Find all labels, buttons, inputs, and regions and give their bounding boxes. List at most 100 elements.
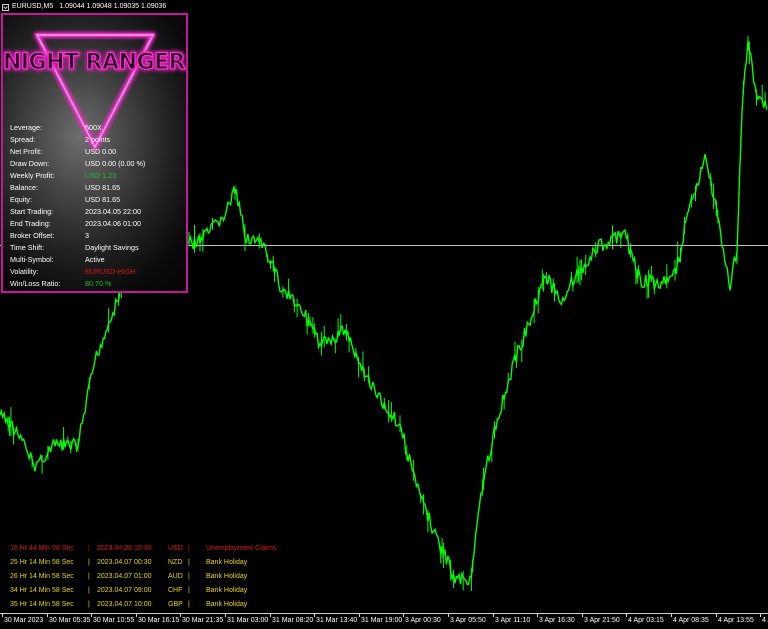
time-axis-tick bbox=[136, 614, 137, 617]
news-row: 26 Hr 14 Min 58 Sec | 2023.04.07 01:00 AUD |… bbox=[10, 570, 276, 584]
time-axis-tick bbox=[448, 614, 449, 617]
info-label: Balance: bbox=[10, 183, 38, 192]
news-datetime: 2023.04.07 01:00 bbox=[97, 573, 152, 580]
news-currency: AUD bbox=[168, 573, 183, 580]
news-row: 34 Hr 14 Min 58 Sec | 2023.04.07 09:00 CHF |… bbox=[10, 584, 276, 598]
info-label: Time Shift: bbox=[10, 243, 45, 252]
symbol-menu-icon[interactable] bbox=[2, 3, 9, 11]
time-axis-tick bbox=[2, 614, 3, 617]
info-value: 2023.04.06 01:00 bbox=[85, 219, 141, 228]
time-axis-label: 31 Mar 08:20 bbox=[272, 617, 314, 624]
info-row: Leverage: 500X bbox=[10, 122, 186, 134]
info-label: Weekly Profit: bbox=[10, 171, 55, 180]
info-value: USD 0.00 (0.00 %) bbox=[85, 159, 146, 168]
news-separator: | bbox=[188, 587, 190, 594]
info-value: EURUSD-HIGH bbox=[85, 267, 136, 276]
news-separator: | bbox=[188, 573, 190, 580]
time-axis-label: 30 Mar 05:35 bbox=[49, 617, 91, 624]
info-row: Weekly Profit: USD 1.23 bbox=[10, 170, 186, 182]
info-label: End Trading: bbox=[10, 219, 51, 228]
news-datetime: 2023.04.07 10:00 bbox=[97, 601, 152, 608]
info-value: USD 1.23 bbox=[85, 171, 117, 180]
news-currency: NZD bbox=[168, 559, 183, 566]
info-row: Net Profit: USD 0.00 bbox=[10, 146, 186, 158]
time-axis-label: 30 Mar 16:15 bbox=[138, 617, 180, 624]
news-separator: | bbox=[88, 545, 90, 552]
time-axis-tick bbox=[270, 614, 271, 617]
info-label: Volatility: bbox=[10, 267, 39, 276]
info-row: Multi-Symbol: Active bbox=[10, 254, 186, 266]
time-axis-tick bbox=[582, 614, 583, 617]
time-axis-tick bbox=[716, 614, 717, 617]
chart-header: EURUSD,M5 1.09044 1.09048 1.09035 1.0903… bbox=[0, 1, 166, 13]
news-countdown: 25 Hr 14 Min 58 Sec bbox=[10, 559, 74, 566]
news-row: 35 Hr 14 Min 58 Sec | 2023.04.07 10:00 GBP |… bbox=[10, 598, 276, 612]
news-countdown: 34 Hr 14 Min 58 Sec bbox=[10, 587, 74, 594]
info-label: Start Trading: bbox=[10, 207, 54, 216]
logo-text: NIGHT RANGER bbox=[3, 50, 186, 75]
info-row: Start Trading: 2023.04.05 22:00 bbox=[10, 206, 186, 218]
news-event: Unemployment Claims bbox=[206, 545, 277, 552]
info-row: Balance: USD 81.65 bbox=[10, 182, 186, 194]
info-label: Win/Loss Ratio: bbox=[10, 279, 61, 288]
time-axis-label: 30 Mar 10:55 bbox=[93, 617, 135, 624]
info-value: 2 points bbox=[85, 135, 111, 144]
news-separator: | bbox=[88, 601, 90, 608]
time-axis-tick bbox=[314, 614, 315, 617]
info-row: Equity: USD 81.65 bbox=[10, 194, 186, 206]
ohlc-readout: 1.09044 1.09048 1.09035 1.09036 bbox=[59, 3, 167, 10]
time-axis-tick bbox=[91, 614, 92, 617]
info-value: 500X bbox=[85, 123, 102, 132]
info-label: Leverage: bbox=[10, 123, 42, 132]
info-value: 80.70 % bbox=[85, 279, 112, 288]
news-event: Bank Holiday bbox=[206, 559, 248, 566]
news-countdown: 26 Hr 14 Min 58 Sec bbox=[10, 573, 74, 580]
news-event: Bank Holiday bbox=[206, 601, 248, 608]
info-rows: Leverage: 500X Spread: 2 points Net Profit: U… bbox=[10, 122, 186, 290]
news-currency: USD bbox=[168, 545, 183, 552]
time-axis-label: 30 Mar 2023 bbox=[4, 617, 44, 624]
news-currency: GBP bbox=[168, 601, 183, 608]
info-value: USD 81.65 bbox=[85, 183, 121, 192]
news-separator: | bbox=[88, 587, 90, 594]
news-separator: | bbox=[88, 573, 90, 580]
time-axis-label: 31 Mar 13:40 bbox=[316, 617, 358, 624]
info-label: Equity: bbox=[10, 195, 32, 204]
symbol-label: EURUSD,M5 bbox=[12, 3, 54, 10]
time-axis-label: 3 Apr 21:50 bbox=[584, 617, 620, 624]
info-label: Broker Offset: bbox=[10, 231, 55, 240]
news-separator: | bbox=[188, 545, 190, 552]
news-countdown: 35 Hr 14 Min 58 Sec bbox=[10, 601, 74, 608]
time-axis-tick bbox=[537, 614, 538, 617]
news-event: Bank Holiday bbox=[206, 573, 248, 580]
info-row: Spread: 2 points bbox=[10, 134, 186, 146]
time-axis-label: 3 Apr 11:10 bbox=[495, 617, 531, 624]
time-axis-tick bbox=[359, 614, 360, 617]
news-separator: | bbox=[188, 559, 190, 566]
news-datetime: 2023.04.07 00:30 bbox=[97, 559, 152, 566]
news-row: 16 Hr 44 Min 58 Sec | 2023.04.06 15:30 USD |… bbox=[10, 542, 276, 556]
time-axis-tick bbox=[626, 614, 627, 617]
info-value: 3 bbox=[85, 231, 89, 240]
news-countdown: 16 Hr 44 Min 58 Sec bbox=[10, 545, 74, 552]
time-axis-label: 31 Mar 19:00 bbox=[361, 617, 403, 624]
news-separator: | bbox=[188, 601, 190, 608]
time-axis-tick bbox=[225, 614, 226, 617]
time-axis-label: 4 Apr 03:15 bbox=[628, 617, 664, 624]
info-value: 2023.04.05 22:00 bbox=[85, 207, 141, 216]
ea-info-panel: NIGHT RANGER Leverage: 500X Spread: 2 point… bbox=[1, 13, 188, 293]
info-value: Daylight Savings bbox=[85, 243, 139, 252]
time-axis-label: 4 Apr 13:55 bbox=[718, 617, 754, 624]
time-axis-label: 31 Mar 03:00 bbox=[227, 617, 269, 624]
info-row: Win/Loss Ratio: 80.70 % bbox=[10, 278, 186, 290]
info-row: End Trading: 2023.04.06 01:00 bbox=[10, 218, 186, 230]
news-separator: | bbox=[88, 559, 90, 566]
time-axis-label: 3 Apr 00:30 bbox=[405, 617, 441, 624]
time-axis-label: 3 Apr 05:50 bbox=[450, 617, 486, 624]
time-axis-tick bbox=[760, 614, 761, 617]
info-row: Volatility: EURUSD-HIGH bbox=[10, 266, 186, 278]
info-row: Broker Offset: 3 bbox=[10, 230, 186, 242]
info-label: Multi-Symbol: bbox=[10, 255, 54, 264]
info-value: USD 0.00 bbox=[85, 147, 117, 156]
info-row: Time Shift: Daylight Savings bbox=[10, 242, 186, 254]
